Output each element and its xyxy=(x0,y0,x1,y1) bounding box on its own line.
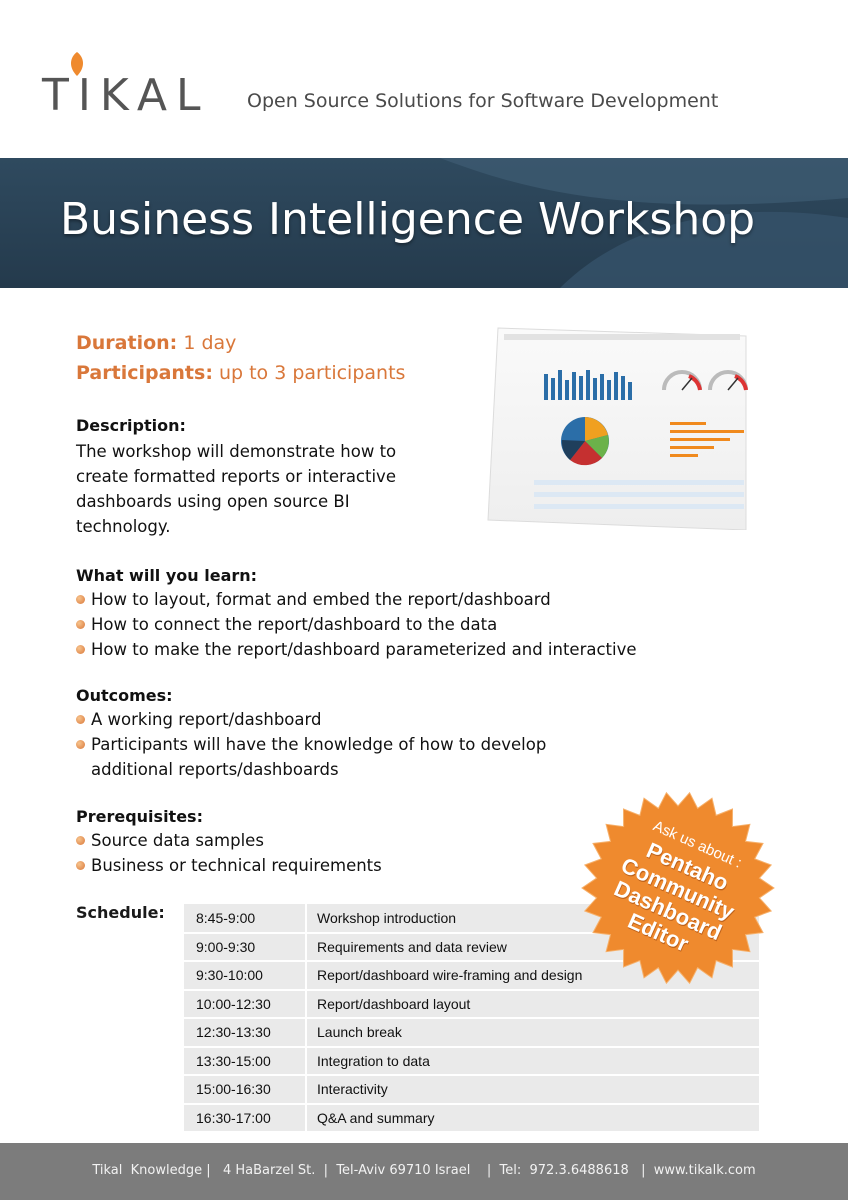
prerequisites-list: Source data samples Business or technica… xyxy=(76,828,382,878)
logo-wordmark: TIKAL xyxy=(42,70,210,121)
schedule-time: 12:30-13:30 xyxy=(184,1018,306,1048)
page-title: Business Intelligence Workshop xyxy=(60,194,756,245)
prerequisites-heading: Prerequisites: xyxy=(76,807,203,826)
list-item: How to layout, format and embed the repo… xyxy=(76,587,637,612)
schedule-time: 15:00-16:30 xyxy=(184,1075,306,1105)
list-item: Participants will have the knowledge of … xyxy=(76,732,596,782)
schedule-time: 9:30-10:00 xyxy=(184,961,306,991)
outcomes-list: A working report/dashboard Participants … xyxy=(76,707,596,782)
schedule-time: 13:30-15:00 xyxy=(184,1046,306,1076)
participants-line: Participants: up to 3 participants xyxy=(76,362,405,384)
title-banner: Business Intelligence Workshop xyxy=(0,158,848,288)
learn-list: How to layout, format and embed the repo… xyxy=(76,587,637,662)
table-row: 16:30-17:00 Q&A and summary xyxy=(184,1103,759,1133)
duration-value: 1 day xyxy=(183,332,237,354)
schedule-heading: Schedule: xyxy=(76,903,165,922)
table-row: 12:30-13:30 Launch break xyxy=(184,1018,759,1048)
description-heading: Description: xyxy=(76,416,186,435)
schedule-time: 9:00-9:30 xyxy=(184,932,306,962)
schedule-activity: Interactivity xyxy=(305,1075,759,1105)
footer: Tikal Knowledge | 4 HaBarzel St. | Tel-A… xyxy=(0,1143,848,1200)
duration-label: Duration: xyxy=(76,332,178,354)
footer-contact: Tikal Knowledge | 4 HaBarzel St. | Tel-A… xyxy=(92,1163,756,1178)
dashboard-screenshot xyxy=(487,327,748,530)
tikal-logo: TIKAL xyxy=(42,52,222,122)
table-row: 15:00-16:30 Interactivity xyxy=(184,1075,759,1105)
list-item: Source data samples xyxy=(76,828,382,853)
tagline: Open Source Solutions for Software Devel… xyxy=(247,90,719,112)
table-row: 13:30-15:00 Integration to data xyxy=(184,1046,759,1076)
learn-heading: What will you learn: xyxy=(76,566,258,585)
participants-value: up to 3 participants xyxy=(218,362,406,384)
participants-label: Participants: xyxy=(76,362,213,384)
schedule-time: 8:45-9:00 xyxy=(184,904,306,934)
schedule-activity: Q&A and summary xyxy=(305,1103,759,1133)
table-row: 10:00-12:30 Report/dashboard layout xyxy=(184,989,759,1019)
schedule-time: 16:30-17:00 xyxy=(184,1103,306,1133)
schedule-time: 10:00-12:30 xyxy=(184,989,306,1019)
outcomes-heading: Outcomes: xyxy=(76,686,173,705)
schedule-activity: Launch break xyxy=(305,1018,759,1048)
duration-line: Duration: 1 day xyxy=(76,332,236,354)
schedule-activity: Integration to data xyxy=(305,1046,759,1076)
list-item: How to connect the report/dashboard to t… xyxy=(76,612,637,637)
list-item: How to make the report/dashboard paramet… xyxy=(76,637,637,662)
description-text: The workshop will demonstrate how to cre… xyxy=(76,442,397,536)
list-item: Business or technical requirements xyxy=(76,853,382,878)
list-item: A working report/dashboard xyxy=(76,707,596,732)
